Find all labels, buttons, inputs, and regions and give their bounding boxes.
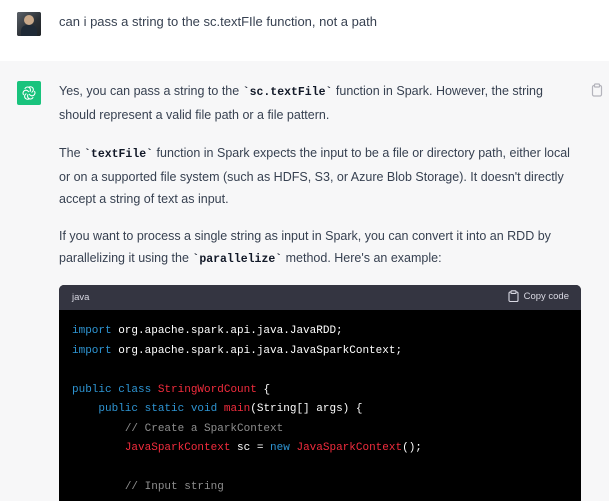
p3-text-b: parallelizing it using the	[59, 251, 193, 265]
p2-text-b: function in Spark expects the input to b…	[153, 146, 570, 160]
code-block-header: java Copy code	[59, 285, 581, 310]
p1-text-c: should represent a valid file path or a …	[59, 108, 330, 122]
copy-code-button[interactable]: Copy code	[508, 290, 569, 302]
assistant-message-row: Yes, you can pass a string to the `sc.te…	[0, 61, 609, 501]
copy-code-label: Copy code	[523, 290, 569, 302]
code-body: import org.apache.spark.api.java.JavaRDD…	[72, 322, 422, 498]
user-avatar	[17, 12, 41, 36]
p1-text-b: function in Spark. However, the string	[332, 84, 543, 98]
code-line-1: import org.apache.spark.api.java.JavaRDD…	[72, 325, 343, 337]
p2-text-d: accept a string of text as input.	[59, 192, 229, 206]
p1-text-a: Yes, you can pass a string to the	[59, 84, 243, 98]
inline-code-parallelize: parallelize	[199, 253, 276, 266]
assistant-paragraph-3: If you want to process a single string a…	[59, 229, 551, 266]
p3-text-c: method. Here's an example:	[282, 251, 442, 265]
inline-code-textfile: textFile	[90, 148, 147, 161]
inline-code-sc-textfile: sc.textFile	[249, 86, 326, 99]
p2-text-c: or on a supported file system (such as H…	[59, 170, 564, 184]
assistant-paragraph-2: The `textFile` function in Spark expects…	[59, 146, 570, 206]
code-line-5: public static void main(String[] args) {	[98, 403, 363, 415]
clipboard-icon[interactable]	[591, 83, 603, 97]
p2-text-a: The	[59, 146, 85, 160]
code-line-6: // Create a SparkContext	[124, 422, 284, 435]
user-message-row: can i pass a string to the sc.textFIle f…	[0, 0, 609, 62]
p3-text-a: If you want to process a single string a…	[59, 229, 551, 243]
code-language-label: java	[72, 292, 90, 303]
code-line-7: JavaSparkContext sc = new JavaSparkConte…	[124, 442, 422, 454]
code-line-9: // Input string	[124, 481, 224, 493]
code-line-4: public class StringWordCount {	[72, 383, 271, 396]
assistant-paragraph-1: Yes, you can pass a string to the `sc.te…	[59, 84, 543, 122]
chatgpt-logo-icon	[17, 81, 41, 105]
code-block: java Copy code import org.apache.spark.a…	[59, 285, 581, 501]
clipboard-icon	[508, 290, 519, 302]
code-line-2: import org.apache.spark.api.java.JavaSpa…	[72, 344, 403, 357]
user-message-text: can i pass a string to the sc.textFIle f…	[59, 14, 377, 29]
